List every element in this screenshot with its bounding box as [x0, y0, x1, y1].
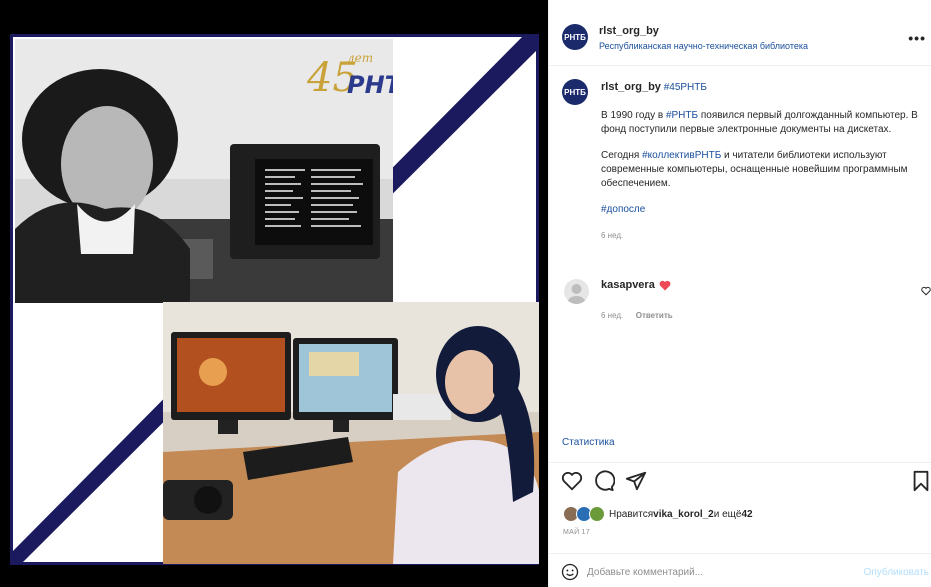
- p2-pre: Сегодня: [601, 150, 643, 161]
- caption-time[interactable]: 6 нед.: [601, 229, 921, 243]
- archival-photo: 45 лет РНТБ: [15, 39, 393, 303]
- more-icon[interactable]: •••: [908, 30, 926, 46]
- comment-time[interactable]: 6 нед.: [601, 311, 623, 320]
- likes-user[interactable]: vika_korol_2: [653, 509, 714, 520]
- liker-avatars[interactable]: [563, 506, 605, 522]
- bookmark-icon[interactable]: [911, 470, 931, 497]
- post-media[interactable]: 45 лет РНТБ: [0, 0, 548, 587]
- comment-input[interactable]: Добавьте комментарий...: [587, 567, 703, 578]
- share-icon[interactable]: [625, 470, 647, 497]
- post-header: РНТБ rlst_org_by Республиканская научно-…: [549, 10, 931, 66]
- caption: rlst_org_by #45РНТБ В 1990 году в #РНТБ …: [601, 80, 921, 243]
- divider: [549, 553, 931, 554]
- logo-text: РНТБ: [347, 71, 393, 99]
- action-bar: [561, 470, 929, 497]
- comment-meta: 6 нед. Ответить: [601, 305, 673, 323]
- comment-line: kasapvera: [601, 279, 671, 291]
- caption-paragraph-1: В 1990 году в #РНТБ появился первый долг…: [601, 109, 921, 137]
- caption-avatar-logo-text: РНТБ: [564, 87, 586, 97]
- p1-tag[interactable]: #РНТБ: [666, 110, 698, 121]
- caption-avatar[interactable]: РНТБ: [562, 79, 588, 105]
- comment-like-icon[interactable]: [921, 283, 931, 301]
- header-subtitle[interactable]: Республиканская научно-техническая библи…: [599, 41, 808, 51]
- liker-avatar: [589, 506, 605, 522]
- heart-small-icon: [659, 280, 671, 291]
- caption-username[interactable]: rlst_org_by: [601, 81, 661, 93]
- modern-photo: [163, 302, 539, 564]
- likes-row: Нравится vika_korol_2 и ещё 42: [563, 506, 753, 522]
- rntb-logo: 45 лет РНТБ: [307, 51, 393, 111]
- p1-pre: В 1990 году в: [601, 110, 666, 121]
- account-avatar[interactable]: РНТБ: [562, 24, 588, 50]
- avatar-logo-text: РНТБ: [564, 32, 586, 42]
- emoji-icon[interactable]: [561, 563, 579, 581]
- post-panel: РНТБ rlst_org_by Республиканская научно-…: [548, 0, 931, 587]
- heart-icon[interactable]: [561, 470, 583, 497]
- comment-avatar[interactable]: [564, 279, 589, 304]
- likes-middle: и ещё: [713, 508, 742, 520]
- reply-button[interactable]: Ответить: [636, 311, 673, 320]
- post-date[interactable]: МАЙ 17: [563, 529, 590, 536]
- comment-username[interactable]: kasapvera: [601, 279, 655, 291]
- likes-prefix: Нравится: [609, 508, 654, 520]
- statistics-link[interactable]: Статистика: [562, 437, 615, 448]
- anniversary-word: лет: [347, 51, 374, 65]
- header-username[interactable]: rlst_org_by: [599, 25, 808, 37]
- divider: [549, 462, 931, 463]
- likes-count[interactable]: 42: [741, 509, 752, 520]
- add-comment-bar: Добавьте комментарий... Опубликовать: [561, 563, 931, 581]
- comment-icon[interactable]: [593, 470, 616, 497]
- p3-tag[interactable]: #допосле: [601, 204, 645, 215]
- p2-tag[interactable]: #коллективРНТБ: [642, 150, 721, 161]
- collage-frame: 45 лет РНТБ: [10, 34, 539, 565]
- post-comment-button[interactable]: Опубликовать: [864, 567, 929, 578]
- caption-paragraph-2: Сегодня #коллективРНТБ и читатели библио…: [601, 149, 921, 191]
- caption-hashtag-title[interactable]: #45РНТБ: [664, 82, 707, 93]
